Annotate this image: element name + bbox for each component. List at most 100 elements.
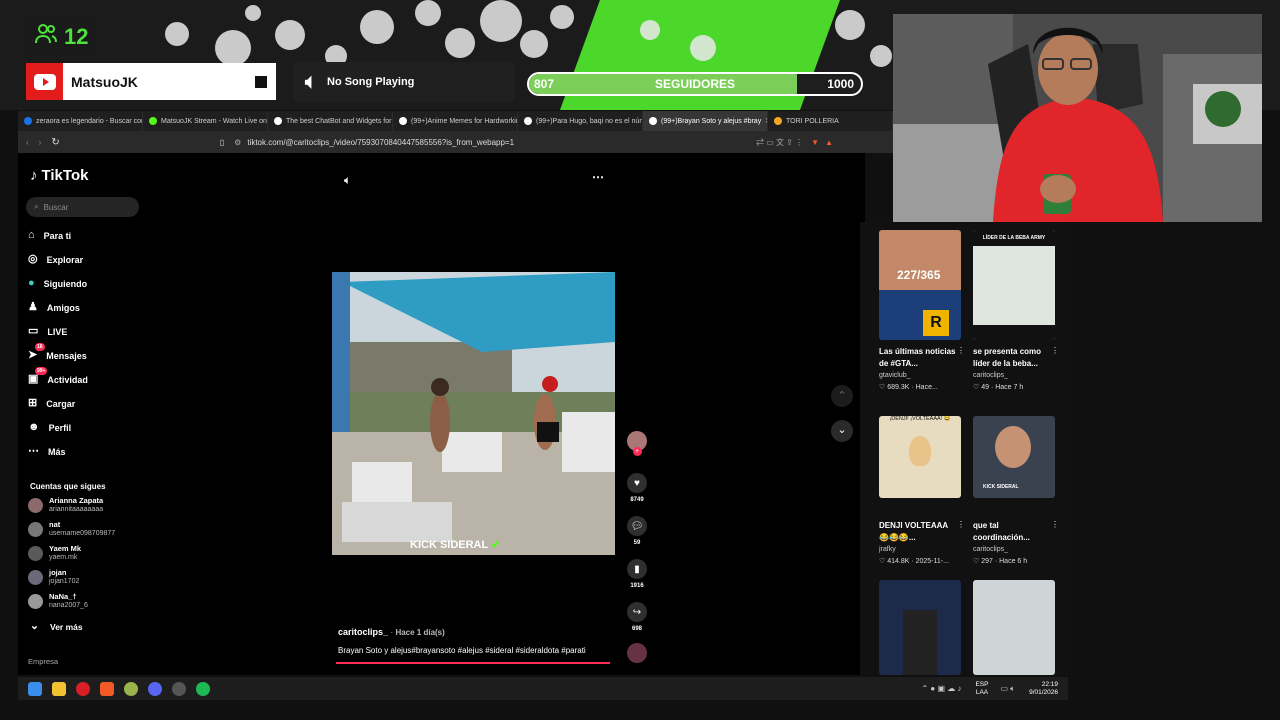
save-count: 1916 [630,583,644,589]
thumb-overlay-3: ¡DENJI! ¡VOLTEAAA! 😂 [889,416,951,422]
nav-item-cargar[interactable]: ⊞ Cargar [28,397,75,410]
tab-label: (99+)Brayan Soto y alejus #bray [661,117,762,125]
follow-plus-icon[interactable]: + [632,447,642,456]
related-thumb-5[interactable] [879,580,961,675]
browser-tab[interactable]: zeraora es legendario - Buscar con G [18,111,143,131]
thumb-overlay-2: LÍDER DE LA BEBA ARMY [973,230,1055,246]
nav-item-mensajes[interactable]: ➤ 18 Mensajes [28,343,87,362]
url-field[interactable]: tiktok.com/@caritoclips_/video/759307084… [247,138,756,147]
brave-shield-icon[interactable]: ▼ [811,138,819,147]
tab-favicon-icon [524,117,532,125]
tab-label: (99+)Anime Memes for Hardworking [411,117,518,125]
nav-item-m-s[interactable]: ⋯ Más [28,445,66,458]
share-icon: ↪ [627,602,647,622]
back-icon[interactable]: ‹ [26,138,29,147]
related-menu-icon[interactable]: ⋮ [1051,520,1059,529]
followers-label: SEGUIDORES [654,77,735,91]
verified-icon: ✔ [491,539,501,551]
like-button[interactable]: ♥ 8749 [626,473,648,503]
comment-button[interactable]: 💬︎ 59 [626,516,648,546]
more-options-icon[interactable]: ⋯ [592,170,604,184]
nav-item-para-ti[interactable]: ⌂ Para ti [28,229,71,242]
extensions-icon[interactable]: ⇄ ▭ 文 ⇪ ⋮ [756,137,803,148]
following-account[interactable]: nat username098709877 [28,520,115,538]
nav-item-live[interactable]: ▭ LIVE [28,325,67,338]
heart-icon: ♥ [627,473,647,493]
nav-item-explorar[interactable]: ◎ Explorar [28,253,83,266]
file-explorer-icon[interactable] [52,681,66,696]
browser-tab[interactable]: (99+)Para Hugo, baqi no es el núme [518,111,643,131]
previous-video-button[interactable]: ⌃ [831,385,853,407]
related-thumb-1[interactable]: 227/365 R [879,230,961,340]
opera-icon[interactable] [76,681,90,696]
language-indicator[interactable]: ESP LAA [975,681,988,697]
related-user[interactable]: caritoclips_ [973,546,1008,553]
following-account[interactable]: jojan jojan1702 [28,568,79,586]
share-button[interactable]: ↪ 698 [626,602,648,632]
address-bar-row: ‹ › ↻ ▯ ⚙ tiktok.com/@caritoclips_/video… [18,131,893,153]
search-input[interactable]: ⌕ Buscar [26,197,139,217]
related-stats: ♡ 297 · Hace 6 h [973,558,1028,565]
bookmark-icon[interactable]: ▯ [220,138,224,147]
more-icon-wrap: ⋯ [28,445,39,458]
company-link[interactable]: Empresa [28,657,58,666]
nav-item-perfil[interactable]: ☻ Perfil [28,421,71,434]
browser-tab[interactable]: MatsuoJK Stream - Watch Live on Ki [143,111,268,131]
video-progress-bar[interactable] [336,662,610,664]
tiktok-logo[interactable]: ♪ TikTok [30,167,88,184]
video-player[interactable]: KICK SIDERAL ✔ [332,272,615,555]
tab-favicon-icon [399,117,407,125]
friends-icon: ♟ [28,301,38,313]
related-user[interactable]: gtaviclub_ [879,372,911,379]
site-info-icon[interactable]: ⚙ [234,138,241,147]
following-account[interactable]: Yaem Mk yaem.mk [28,544,81,562]
related-title[interactable]: que tal coordinación... [973,520,1051,544]
related-menu-icon[interactable]: ⋮ [957,346,965,355]
forward-icon[interactable]: › [39,138,42,147]
video-meta: caritoclips_ · Hace 1 día(s) [338,627,445,637]
related-user[interactable]: caritoclips_ [973,372,1008,379]
watermark-text: KICK SIDERAL [410,539,489,551]
browser-tab[interactable]: (99+)Brayan Soto y alejus #bray✕ [643,111,768,131]
browser-tab[interactable]: TORI POLLERIA [768,111,893,131]
following-account[interactable]: Arianna Zapata ariannitaaaaaaaa [28,496,103,514]
related-thumb-3[interactable]: ¡DENJI! ¡VOLTEAAA! 😂 [879,416,961,498]
related-menu-icon[interactable]: ⋮ [957,520,965,529]
browser-tab[interactable]: (99+)Anime Memes for Hardworking [393,111,518,131]
brave-rewards-icon[interactable]: ▲ [825,138,833,147]
related-menu-icon[interactable]: ⋮ [1051,346,1059,355]
related-thumb-4[interactable]: KICK SIDERAL [973,416,1055,498]
related-thumb-2[interactable]: LÍDER DE LA BEBA ARMY [973,230,1055,340]
following-account[interactable]: NaNa_† nana2007_6 [28,592,88,610]
nav-item-actividad[interactable]: ▣ 99+ Actividad [28,367,88,386]
related-title[interactable]: Las últimas noticias de #GTA... [879,346,957,370]
network-volume-icons[interactable]: ▭ 🔈︎ [1000,684,1015,694]
region-label: LAA [975,688,989,696]
next-video-button[interactable]: ⌄ [831,420,853,442]
tray-icons[interactable]: ⌃ ● ▣ ☁ ♪ [921,684,961,693]
nav-item-amigos[interactable]: ♟ Amigos [28,301,80,314]
browser-tab[interactable]: The best ChatBot and Widgets for K [268,111,393,131]
account-username: ariannitaaaaaaaa [49,506,104,513]
related-thumb-6[interactable] [973,580,1055,675]
mute-icon[interactable]: 🔈︎ [344,173,351,188]
spotify-icon[interactable] [196,681,210,696]
see-more-button[interactable]: ⌄ Ver más [28,620,83,633]
discord-icon[interactable] [148,681,162,696]
video-author[interactable]: caritoclips_ [338,627,388,637]
reload-icon[interactable]: ↻ [51,137,59,148]
nav-item-siguiendo[interactable]: ● Siguiendo [28,277,87,290]
video-time: Hace 1 día(s) [395,628,445,637]
nav-label: Mensajes [46,350,87,361]
save-button[interactable]: ▮ 1916 [626,559,648,589]
related-title[interactable]: se presenta como líder de la beba... [973,346,1051,370]
windows-start-icon[interactable] [28,681,42,696]
related-user[interactable]: jrafky [879,546,896,553]
obs-icon[interactable] [172,681,186,696]
related-title[interactable]: DENJI VOLTEAAA 😂😂😂... [879,520,957,544]
app-icon[interactable] [124,681,138,696]
author-avatar[interactable]: + [626,431,648,456]
clock[interactable]: 22:19 9/01/2026 [1029,681,1058,697]
sound-disc[interactable] [626,643,648,663]
brave-icon[interactable] [100,681,114,696]
